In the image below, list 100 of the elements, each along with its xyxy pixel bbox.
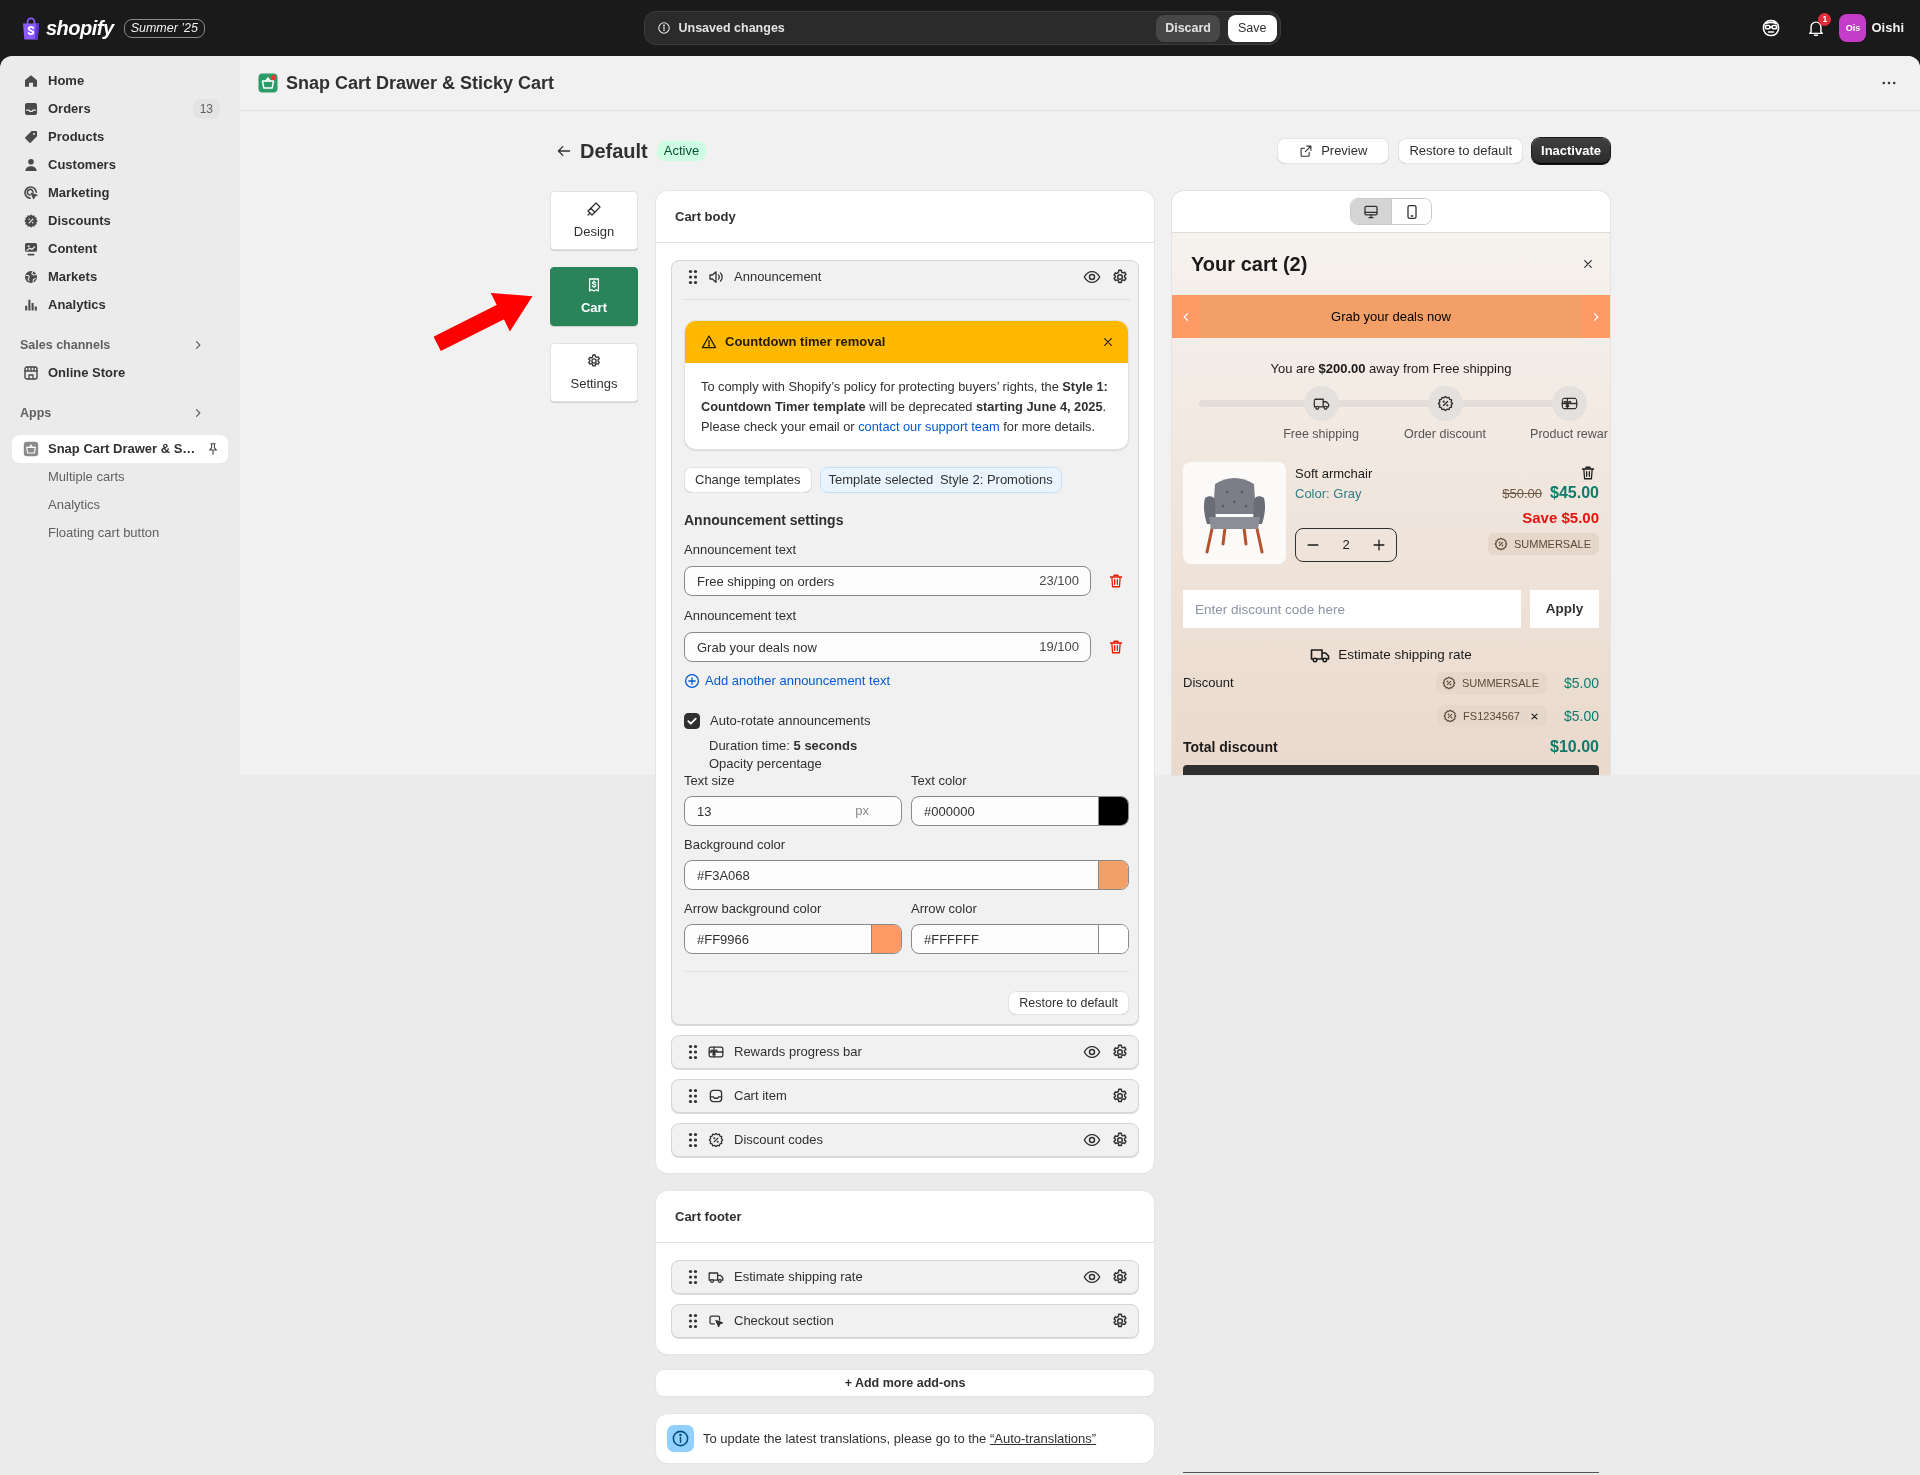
drag-handle-icon[interactable] <box>688 1132 698 1148</box>
swatch-icon[interactable] <box>1098 925 1128 953</box>
card-title: Cart body <box>675 207 736 226</box>
gift-card-icon <box>708 1044 724 1060</box>
eye-icon[interactable] <box>1083 268 1101 286</box>
marker-icon <box>586 201 602 217</box>
selected-template-button[interactable]: Template selected Style 2: Promotions <box>819 467 1062 493</box>
discount-badge-icon <box>1443 709 1458 723</box>
drag-handle-icon[interactable] <box>688 1269 698 1285</box>
trash-icon[interactable] <box>1580 465 1596 481</box>
swatch-icon[interactable] <box>1098 797 1128 825</box>
sidebar-item[interactable]: Orders 13 <box>12 95 228 123</box>
nav-tab[interactable]: Settings <box>550 343 638 402</box>
discount-code-input[interactable]: Enter discount code here <box>1183 590 1521 628</box>
support-link[interactable]: contact our support team <box>858 419 1000 434</box>
page-title: Default <box>580 139 648 164</box>
drag-handle-icon[interactable] <box>688 1088 698 1104</box>
add-announcement-link[interactable]: Add another announcement text <box>684 671 891 691</box>
desktop-icon <box>1363 203 1379 220</box>
field-label: Arrow background color <box>684 900 823 918</box>
settings-icon[interactable] <box>1111 1312 1129 1330</box>
save-button[interactable]: Save <box>1228 14 1277 42</box>
preview-button[interactable]: Preview <box>1277 138 1390 164</box>
block-title: Checkout section <box>734 1312 835 1330</box>
sidebar-item[interactable]: Snap Cart Drawer & S… <box>12 435 228 463</box>
glasses-face-icon[interactable] <box>1761 18 1782 38</box>
drag-handle-icon[interactable] <box>688 1044 698 1060</box>
auto-translations-link[interactable]: “Auto-translations” <box>989 1430 1097 1446</box>
sidebar-subitem[interactable]: Floating cart button <box>12 519 228 547</box>
settings-icon[interactable] <box>1111 1043 1129 1061</box>
eye-icon[interactable] <box>1083 1131 1101 1149</box>
settings-icon[interactable] <box>1111 1131 1129 1149</box>
close-icon[interactable] <box>1102 336 1114 348</box>
drag-handle-icon[interactable] <box>688 1313 698 1329</box>
pin-icon[interactable] <box>206 442 220 456</box>
speaker-icon <box>708 269 724 285</box>
sidebar-item[interactable]: Online Store <box>12 359 228 387</box>
sidebar-item[interactable]: Customers <box>12 151 228 179</box>
storefront-icon <box>23 365 39 381</box>
mobile-view-button[interactable] <box>1391 199 1431 224</box>
duration-text: Duration time: 5 seconds <box>709 738 858 753</box>
app-tile-icon <box>23 441 39 457</box>
sidebar-item[interactable]: Marketing <box>12 179 228 207</box>
back-arrow-icon[interactable] <box>556 143 572 159</box>
field-label: Text size <box>684 772 736 790</box>
discount-amount: $5.00 <box>1562 707 1599 726</box>
logo-wordmark: shopify <box>46 15 114 41</box>
settings-heading: Announcement settings <box>684 511 845 530</box>
receipt-icon <box>586 277 602 293</box>
add-more-addons-button[interactable]: + Add more add-ons <box>656 1370 1154 1396</box>
sidebar-item[interactable]: Discounts <box>12 207 228 235</box>
image-icon <box>23 241 39 257</box>
sidebar-item[interactable]: Analytics <box>12 291 228 319</box>
apply-button[interactable]: Apply <box>1530 590 1599 628</box>
remove-icon[interactable] <box>1530 711 1539 721</box>
color-input[interactable]: #F3A068 <box>684 860 1129 890</box>
settings-icon[interactable] <box>1111 1087 1129 1105</box>
restore-default-button[interactable]: Restore to default <box>1008 991 1129 1015</box>
inactivate-button[interactable]: Inactivate <box>1532 138 1610 164</box>
nav-tab[interactable]: Design <box>550 191 638 250</box>
block-title: Announcement <box>734 268 823 286</box>
basket-app-icon <box>258 73 278 93</box>
swatch-icon[interactable] <box>871 925 901 953</box>
product-variant: Color: Gray <box>1295 485 1363 503</box>
user-avatar[interactable]: Ois <box>1839 14 1867 42</box>
swatch-icon[interactable] <box>1098 861 1128 889</box>
opacity-label: Opacity percentage <box>709 756 822 771</box>
notification-badge: 1 <box>1818 13 1832 26</box>
close-icon[interactable] <box>1582 258 1594 270</box>
checkbox[interactable] <box>684 713 700 729</box>
discard-button[interactable]: Discard <box>1156 14 1220 42</box>
field-label: Announcement text <box>684 541 798 559</box>
restore-default-button[interactable]: Restore to default <box>1398 138 1523 164</box>
plus-icon[interactable] <box>1372 538 1386 552</box>
tray-icon <box>23 101 39 117</box>
info-icon <box>656 21 671 35</box>
total-label: Total discount <box>1183 738 1278 757</box>
milestone-label: Order discount <box>1404 426 1486 442</box>
globe-icon <box>23 269 39 285</box>
quantity-stepper[interactable]: 2 <box>1295 528 1397 562</box>
nav-tab[interactable]: Cart <box>550 267 638 326</box>
sidebar-subitem[interactable]: Analytics <box>12 491 228 519</box>
sidebar-item[interactable]: Markets <box>12 263 228 291</box>
eye-icon[interactable] <box>1083 1268 1101 1286</box>
milestone-label: Product rewar <box>1530 426 1608 442</box>
sidebar-item[interactable]: Products <box>12 123 228 151</box>
desktop-view-button[interactable] <box>1351 199 1391 224</box>
drag-handle-icon[interactable] <box>688 269 698 285</box>
sidebar-item[interactable]: Content <box>12 235 228 263</box>
gear-icon <box>586 353 602 369</box>
change-templates-button[interactable]: Change templates <box>684 467 812 493</box>
eye-icon[interactable] <box>1083 1043 1101 1061</box>
settings-icon[interactable] <box>1111 1268 1129 1286</box>
settings-icon[interactable] <box>1111 268 1129 286</box>
sidebar-item[interactable]: Home <box>12 67 228 95</box>
discount-badge-icon <box>23 213 39 229</box>
count-badge: 13 <box>192 99 220 119</box>
shipping-estimate-label: Estimate shipping rate <box>1338 646 1472 664</box>
discount-amount: $5.00 <box>1562 674 1599 693</box>
sidebar-subitem[interactable]: Multiple carts <box>12 463 228 491</box>
